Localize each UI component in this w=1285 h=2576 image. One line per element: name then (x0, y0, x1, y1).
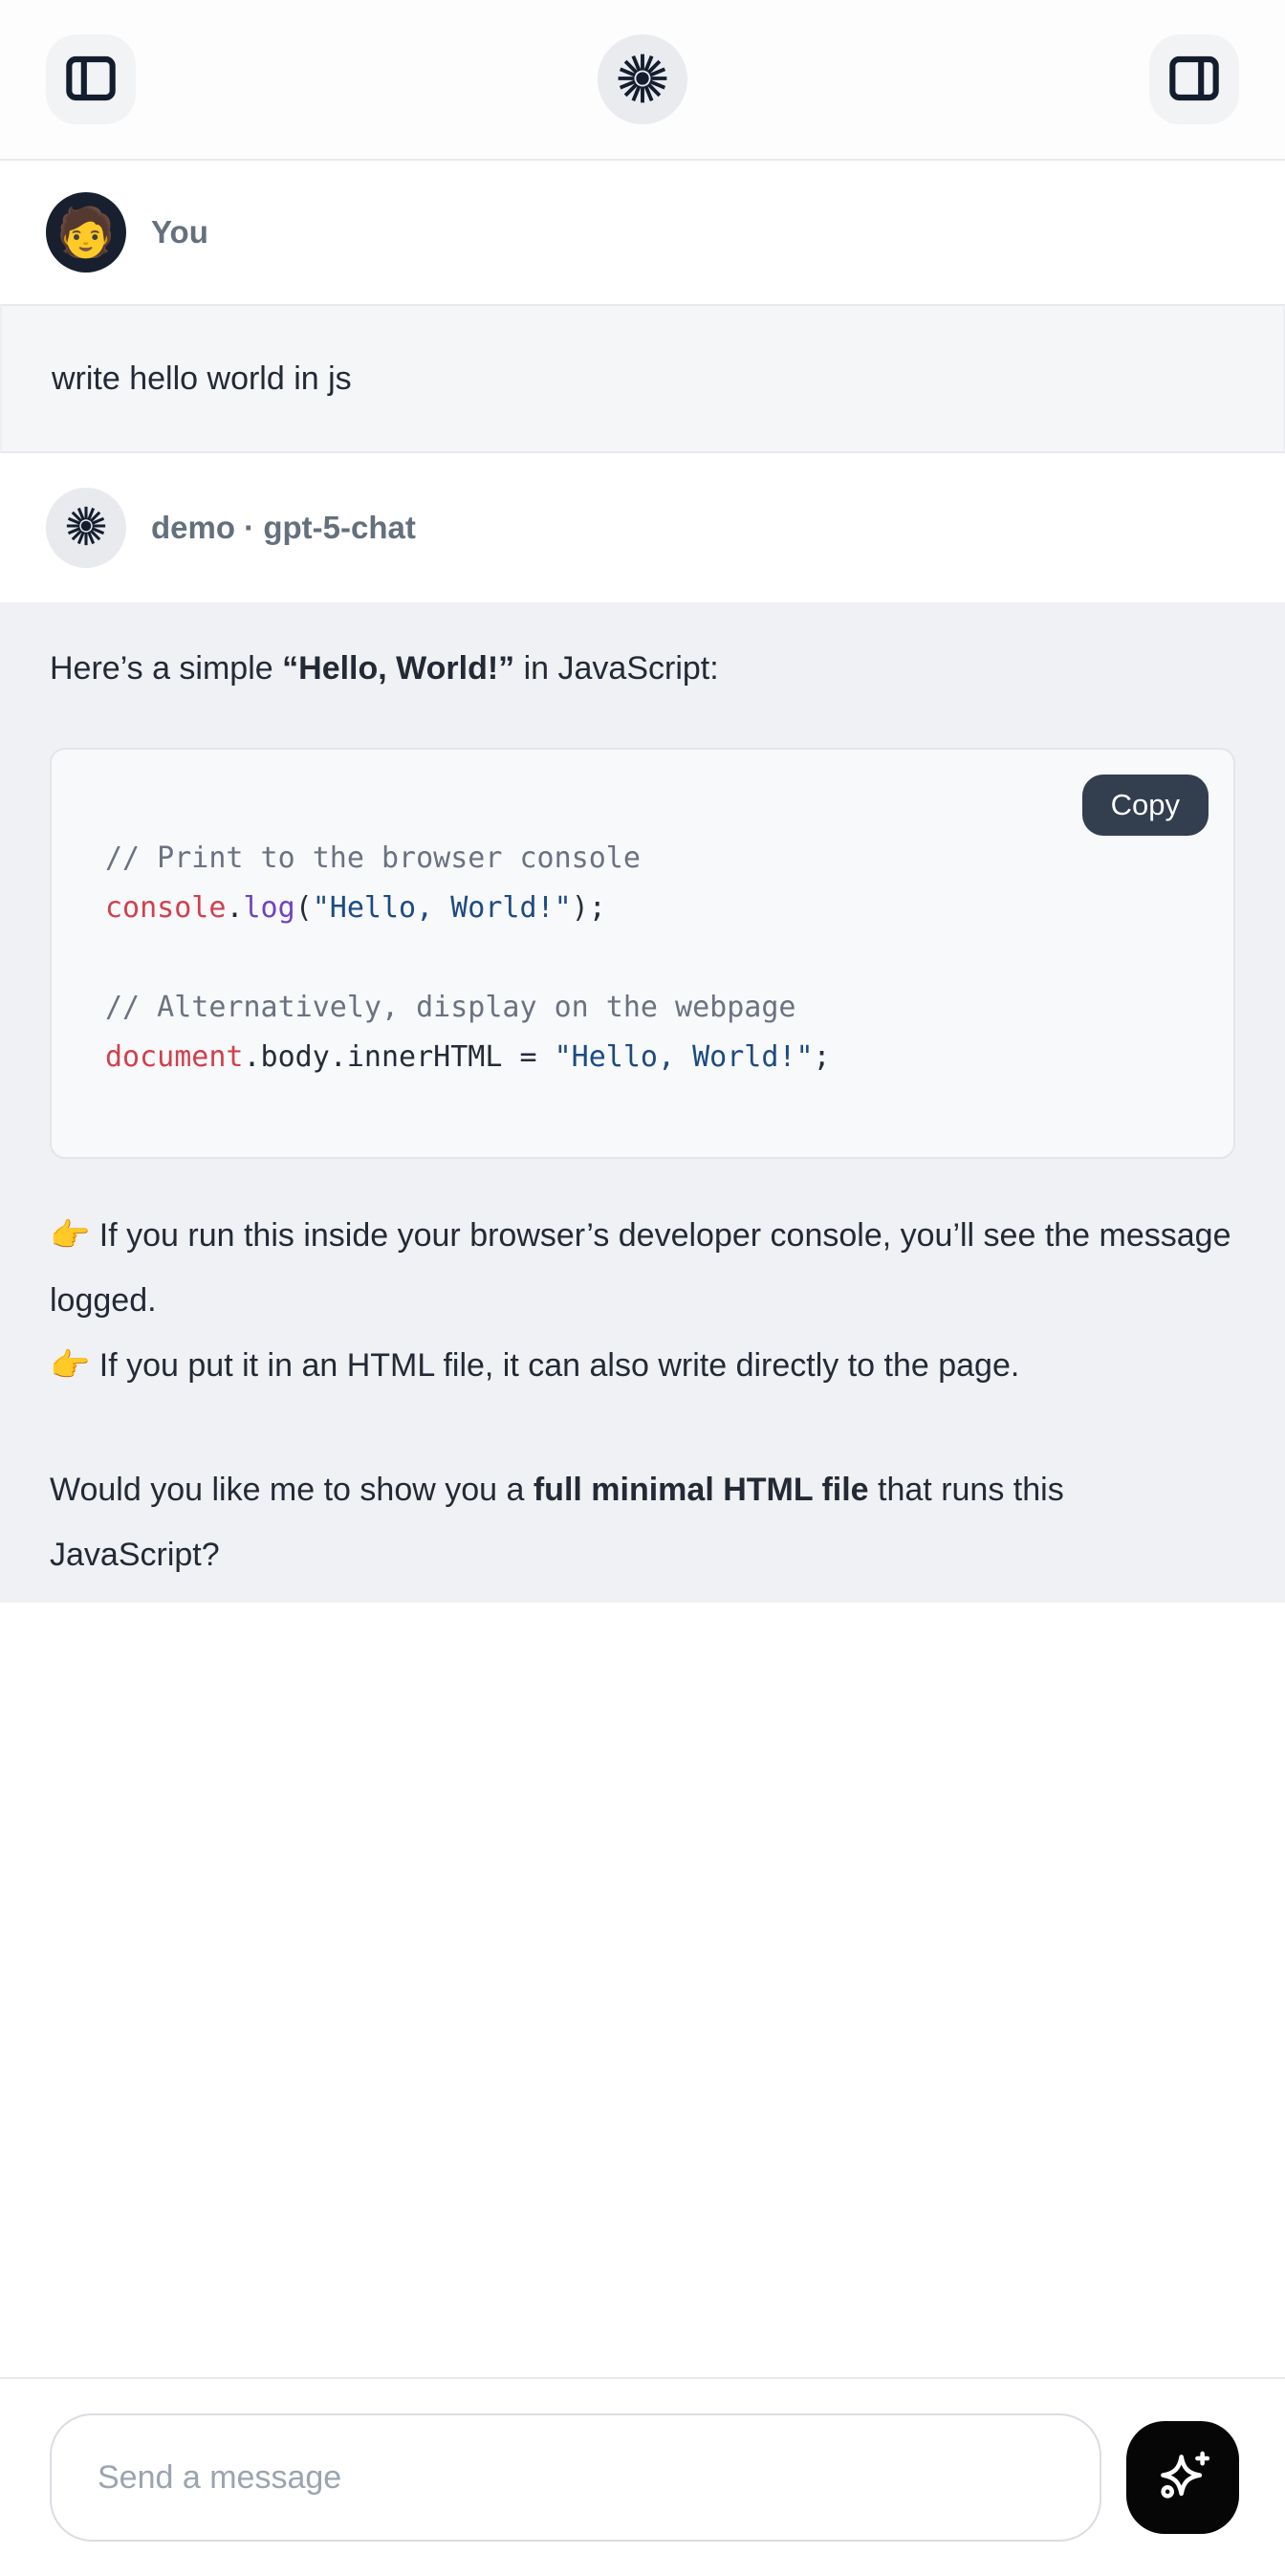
assistant-intro-paragraph: Here’s a simple “Hello, World!” in JavaS… (50, 646, 1235, 690)
sparkle-plus-icon (1151, 2445, 1214, 2511)
assistant-question-paragraph: Would you like me to show you a full min… (50, 1457, 1235, 1587)
copy-code-button[interactable]: Copy (1082, 775, 1209, 836)
chat-scroll-area[interactable] (0, 1603, 1285, 2310)
top-toolbar (0, 0, 1285, 161)
assistant-notes-paragraph: 👉 If you run this inside your browser’s … (50, 1203, 1235, 1398)
assistant-name-row: demo · gpt-5-chat (0, 453, 1285, 602)
assistant-name-label: demo · gpt-5-chat (151, 510, 416, 546)
assistant-avatar (46, 488, 126, 568)
user-avatar: 🧑 (46, 192, 126, 273)
user-message-text: write hello world in js (52, 360, 352, 398)
user-turn: 🧑 You write hello world in js (0, 161, 1285, 453)
note-line: 👉 If you run this inside your browser’s … (50, 1203, 1235, 1333)
send-button[interactable] (1126, 2421, 1239, 2534)
panel-left-icon (60, 48, 121, 112)
panel-right-icon (1164, 48, 1225, 112)
user-name-label: You (151, 214, 208, 251)
person-emoji-icon: 🧑 (56, 208, 116, 256)
spark-icon (615, 51, 670, 109)
assistant-turn: demo · gpt-5-chat Here’s a simple “Hello… (0, 453, 1285, 1603)
code-block: Copy // Print to the browser consolecons… (50, 748, 1235, 1159)
assistant-message: Here’s a simple “Hello, World!” in JavaS… (0, 602, 1285, 1603)
toggle-right-sidebar-button[interactable] (1149, 34, 1239, 124)
message-input[interactable] (50, 2413, 1101, 2542)
spark-icon (64, 504, 108, 553)
code-content: // Print to the browser consoleconsole.l… (105, 834, 1180, 1082)
user-message: write hello world in js (0, 304, 1285, 453)
composer-bar (0, 2377, 1285, 2576)
note-line: 👉 If you put it in an HTML file, it can … (50, 1333, 1235, 1398)
toggle-left-sidebar-button[interactable] (46, 34, 136, 124)
app-logo-button[interactable] (598, 34, 687, 124)
user-name-row: 🧑 You (0, 161, 1285, 304)
